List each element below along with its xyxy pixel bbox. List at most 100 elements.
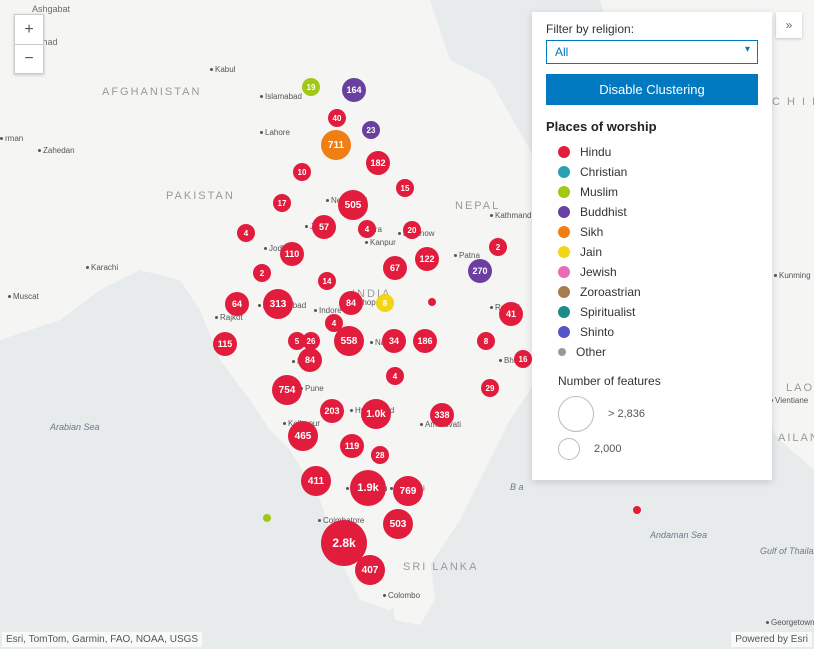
legend-swatch — [558, 206, 570, 218]
cluster-marker[interactable]: 110 — [280, 242, 304, 266]
cluster-marker[interactable]: 67 — [383, 256, 407, 280]
cluster-marker[interactable]: 16 — [514, 350, 532, 368]
legend-title: Places of worship — [546, 119, 758, 134]
legend-label: Other — [576, 345, 606, 359]
legend-label: Christian — [580, 165, 627, 179]
religion-filter-select[interactable]: All — [546, 40, 758, 64]
size-legend-row: > 2,836 — [558, 396, 758, 432]
cluster-marker[interactable]: 119 — [340, 434, 364, 458]
cluster-marker[interactable]: 84 — [339, 291, 363, 315]
size-label: > 2,836 — [608, 408, 645, 420]
cluster-marker[interactable] — [633, 506, 641, 514]
cluster-marker[interactable]: 28 — [371, 446, 389, 464]
cluster-marker[interactable]: 115 — [213, 332, 237, 356]
cluster-marker[interactable]: 64 — [225, 292, 249, 316]
legend-swatch — [558, 226, 570, 238]
legend-swatch — [558, 286, 570, 298]
cluster-marker[interactable]: 769 — [393, 476, 423, 506]
cluster-marker[interactable]: 17 — [273, 194, 291, 212]
cluster-marker[interactable] — [428, 298, 436, 306]
legend-item: Hindu — [546, 142, 758, 162]
cluster-marker[interactable]: 503 — [383, 509, 413, 539]
legend-swatch — [558, 246, 570, 258]
cluster-marker[interactable]: 4 — [386, 367, 404, 385]
cluster-marker[interactable]: 407 — [355, 555, 385, 585]
cluster-marker[interactable]: 15 — [396, 179, 414, 197]
disable-clustering-button[interactable]: Disable Clustering — [546, 74, 758, 105]
legend-item: Other — [546, 342, 758, 362]
cluster-marker[interactable]: 8 — [477, 332, 495, 350]
legend-swatch — [558, 146, 570, 158]
cluster-marker[interactable]: 411 — [301, 466, 331, 496]
legend-swatch — [558, 166, 570, 178]
legend-label: Hindu — [580, 145, 611, 159]
legend-item: Sikh — [546, 222, 758, 242]
cluster-marker[interactable]: 4 — [237, 224, 255, 242]
cluster-marker[interactable]: 2 — [253, 264, 271, 282]
size-legend-title: Number of features — [558, 374, 758, 388]
cluster-marker[interactable]: 465 — [288, 421, 318, 451]
attribution-right: Powered by Esri — [731, 632, 812, 647]
cluster-marker[interactable]: 23 — [362, 121, 380, 139]
legend-item: Shinto — [546, 322, 758, 342]
cluster-marker[interactable]: 122 — [415, 247, 439, 271]
attribution-left: Esri, TomTom, Garmin, FAO, NOAA, USGS — [2, 632, 202, 647]
legend-item: Jewish — [546, 262, 758, 282]
cluster-marker[interactable]: 14 — [318, 272, 336, 290]
cluster-marker[interactable] — [263, 514, 271, 522]
zoom-controls: + − — [14, 14, 44, 74]
cluster-marker[interactable]: 203 — [320, 399, 344, 423]
legend-item: Jain — [546, 242, 758, 262]
legend-swatch — [558, 266, 570, 278]
cluster-marker[interactable]: 505 — [338, 190, 368, 220]
legend-swatch — [558, 306, 570, 318]
cluster-marker[interactable]: 1.0k — [361, 399, 391, 429]
cluster-marker[interactable]: 34 — [382, 329, 406, 353]
cluster-marker[interactable]: 19 — [302, 78, 320, 96]
zoom-out-button[interactable]: − — [14, 44, 44, 74]
cluster-marker[interactable]: 313 — [263, 289, 293, 319]
cluster-marker[interactable]: 186 — [413, 329, 437, 353]
cluster-marker[interactable]: 4 — [358, 220, 376, 238]
legend-label: Zoroastrian — [580, 285, 641, 299]
cluster-marker[interactable]: 40 — [328, 109, 346, 127]
size-legend: > 2,836 2,000 — [558, 396, 758, 460]
collapse-panel-button[interactable]: » — [776, 12, 802, 38]
legend-label: Shinto — [580, 325, 614, 339]
cluster-marker[interactable]: 57 — [312, 215, 336, 239]
legend-item: Zoroastrian — [546, 282, 758, 302]
legend-swatch — [558, 348, 566, 356]
legend-item: Buddhist — [546, 202, 758, 222]
legend-label: Jewish — [580, 265, 617, 279]
cluster-marker[interactable]: 20 — [403, 221, 421, 239]
cluster-marker[interactable]: 29 — [481, 379, 499, 397]
legend-label: Muslim — [580, 185, 618, 199]
cluster-marker[interactable]: 41 — [499, 302, 523, 326]
zoom-in-button[interactable]: + — [14, 14, 44, 44]
cluster-marker[interactable]: 84 — [298, 348, 322, 372]
filter-label: Filter by religion: — [546, 22, 758, 36]
size-label: 2,000 — [594, 443, 622, 455]
size-circle — [558, 396, 594, 432]
cluster-marker[interactable]: 1.9k — [350, 470, 386, 506]
cluster-marker[interactable]: 270 — [468, 259, 492, 283]
legend-item: Christian — [546, 162, 758, 182]
cluster-marker[interactable]: 2 — [489, 238, 507, 256]
legend-label: Buddhist — [580, 205, 627, 219]
cluster-marker[interactable]: 164 — [342, 78, 366, 102]
chevron-right-icon: » — [786, 18, 793, 32]
cluster-marker[interactable]: 558 — [334, 326, 364, 356]
legend-label: Jain — [580, 245, 602, 259]
cluster-marker[interactable]: 754 — [272, 375, 302, 405]
size-circle — [558, 438, 580, 460]
legend-label: Sikh — [580, 225, 603, 239]
size-legend-row: 2,000 — [558, 438, 758, 460]
legend-swatch — [558, 326, 570, 338]
cluster-marker[interactable]: 338 — [430, 403, 454, 427]
legend-label: Spiritualist — [580, 305, 635, 319]
filter-panel: Filter by religion: All Disable Clusteri… — [532, 12, 772, 480]
cluster-marker[interactable]: 182 — [366, 151, 390, 175]
cluster-marker[interactable]: 10 — [293, 163, 311, 181]
cluster-marker[interactable]: 8 — [376, 294, 394, 312]
cluster-marker[interactable]: 711 — [321, 130, 351, 160]
